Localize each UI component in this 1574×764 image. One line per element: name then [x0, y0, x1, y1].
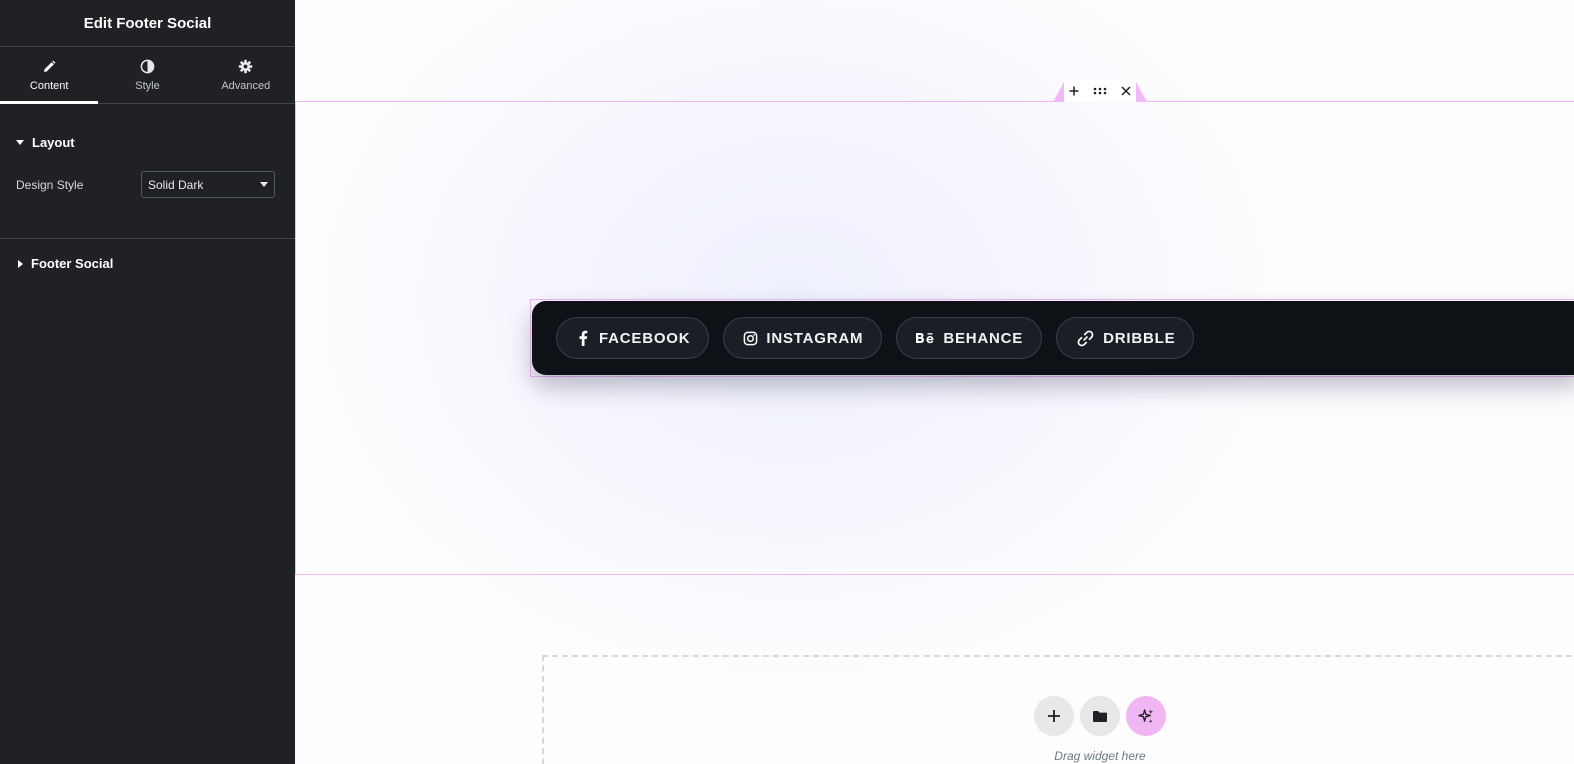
- delete-section-button[interactable]: [1117, 82, 1135, 100]
- tab-style[interactable]: Style: [98, 47, 196, 103]
- contrast-icon: [139, 59, 155, 75]
- link-icon: [1075, 330, 1095, 346]
- folder-icon: [1093, 710, 1107, 722]
- social-label-behance: BEHANCE: [943, 329, 1024, 347]
- drag-section-button[interactable]: [1091, 82, 1109, 100]
- caret-down-icon: [16, 140, 24, 145]
- social-button-instagram[interactable]: INSTAGRAM: [723, 317, 883, 359]
- ai-assistant-button[interactable]: [1126, 696, 1166, 736]
- social-label-facebook: FACEBOOK: [599, 329, 691, 347]
- section-handle: [1053, 80, 1147, 102]
- section-divider: [0, 238, 295, 239]
- plus-icon: [1048, 710, 1060, 722]
- design-style-label: Design Style: [16, 177, 84, 192]
- tab-advanced[interactable]: Advanced: [197, 47, 295, 103]
- section-footer-social-toggle[interactable]: Footer Social: [0, 256, 295, 271]
- facebook-icon: [575, 330, 591, 346]
- panel-header: Edit Footer Social: [0, 0, 295, 47]
- sparkle-icon: [1137, 708, 1153, 723]
- design-style-value: Solid Dark: [148, 177, 204, 192]
- drop-zone-actions: [1034, 696, 1166, 736]
- add-widget-button[interactable]: [1034, 696, 1074, 736]
- template-library-button[interactable]: [1080, 696, 1120, 736]
- drop-zone-hint: Drag widget here: [1054, 749, 1146, 763]
- pencil-icon: [41, 59, 57, 75]
- design-style-control: Design Style Solid Dark: [0, 171, 295, 198]
- tab-content[interactable]: Content: [0, 47, 99, 104]
- design-style-select[interactable]: Solid Dark: [141, 171, 275, 198]
- tab-advanced-label: Advanced: [221, 79, 271, 92]
- drag-handle-icon: [1093, 87, 1107, 95]
- social-label-instagram: INSTAGRAM: [766, 329, 864, 347]
- section-handle-wing-right: [1135, 80, 1147, 102]
- tab-content-label: Content: [29, 79, 69, 92]
- footer-social-widget[interactable]: FACEBOOK INSTAGRAM BEHANCE DRIBBLE: [532, 301, 1574, 375]
- chevron-down-icon: [260, 182, 268, 187]
- social-button-behance[interactable]: BEHANCE: [896, 317, 1043, 359]
- editor-panel: Edit Footer Social Content Style Advance…: [0, 0, 295, 764]
- gear-icon: [238, 59, 254, 75]
- social-button-facebook[interactable]: FACEBOOK: [556, 317, 710, 359]
- social-button-dribble[interactable]: DRIBBLE: [1056, 317, 1195, 359]
- add-section-button[interactable]: [1065, 82, 1083, 100]
- editor-canvas: FACEBOOK INSTAGRAM BEHANCE DRIBBLE Drag …: [295, 0, 1574, 764]
- caret-right-icon: [18, 259, 23, 268]
- plus-icon: [1069, 86, 1079, 96]
- panel-title: Edit Footer Social: [83, 14, 212, 32]
- section-layout-toggle[interactable]: Layout: [0, 135, 295, 150]
- section-layout-title: Layout: [32, 135, 75, 150]
- section-footer-social-title: Footer Social: [31, 256, 114, 271]
- close-icon: [1121, 86, 1131, 96]
- tab-style-label: Style: [135, 79, 160, 92]
- social-label-dribble: DRIBBLE: [1103, 329, 1176, 347]
- panel-tabs: Content Style Advanced: [0, 47, 295, 104]
- behance-icon: [915, 330, 935, 346]
- instagram-icon: [742, 330, 758, 346]
